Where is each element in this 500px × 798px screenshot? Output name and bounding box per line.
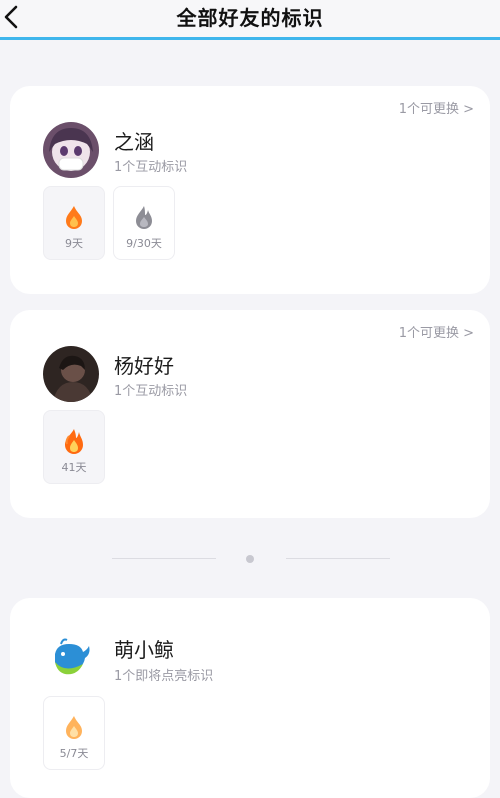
avatar[interactable] [43, 346, 99, 402]
badge-item[interactable]: 41天 [43, 410, 105, 484]
badge-item[interactable]: 9天 [43, 186, 105, 260]
badge-label: 5/7天 [59, 747, 89, 760]
friend-name: 萌小鲸 [114, 638, 174, 662]
avatar-image [43, 346, 99, 402]
swap-link[interactable]: 1个可更换 > [399, 322, 474, 341]
avatar[interactable] [43, 122, 99, 178]
avatar[interactable] [43, 630, 99, 686]
friend-subtitle: 1个互动标识 [114, 160, 188, 175]
header-bar: 全部好友的标识 [0, 0, 500, 40]
orange-flame-icon [66, 206, 82, 229]
badge-label: 9/30天 [126, 237, 162, 250]
friend-name: 杨好好 [114, 354, 174, 378]
avatar-image [43, 122, 99, 178]
gray-flame-icon [136, 206, 152, 229]
friend-card[interactable]: 萌小鲸 1个即将点亮标识 5/7天 [10, 598, 490, 798]
friend-card[interactable]: 1个可更换 > 之涵 1个互动标识 9天 9/30天 [10, 86, 490, 294]
divider-line [112, 558, 216, 559]
badge-item[interactable]: 9/30天 [113, 186, 175, 260]
friend-name: 之涵 [114, 130, 154, 154]
friend-card[interactable]: 1个可更换 > 杨好好 1个互动标识 41天 [10, 310, 490, 518]
swap-link[interactable]: 1个可更换 > [399, 98, 474, 117]
badge-item[interactable]: 5/7天 [43, 696, 105, 770]
divider-line [286, 558, 390, 559]
badge-label: 9天 [65, 237, 83, 250]
page-title: 全部好友的标识 [176, 6, 324, 30]
friend-subtitle: 1个即将点亮标识 [114, 669, 214, 684]
divider-dot [246, 555, 254, 563]
badge-label: 41天 [61, 461, 87, 474]
big-flame-icon [65, 429, 83, 454]
whale-logo-icon [43, 630, 99, 686]
pale-flame-icon [66, 716, 82, 739]
friend-subtitle: 1个互动标识 [114, 384, 188, 399]
